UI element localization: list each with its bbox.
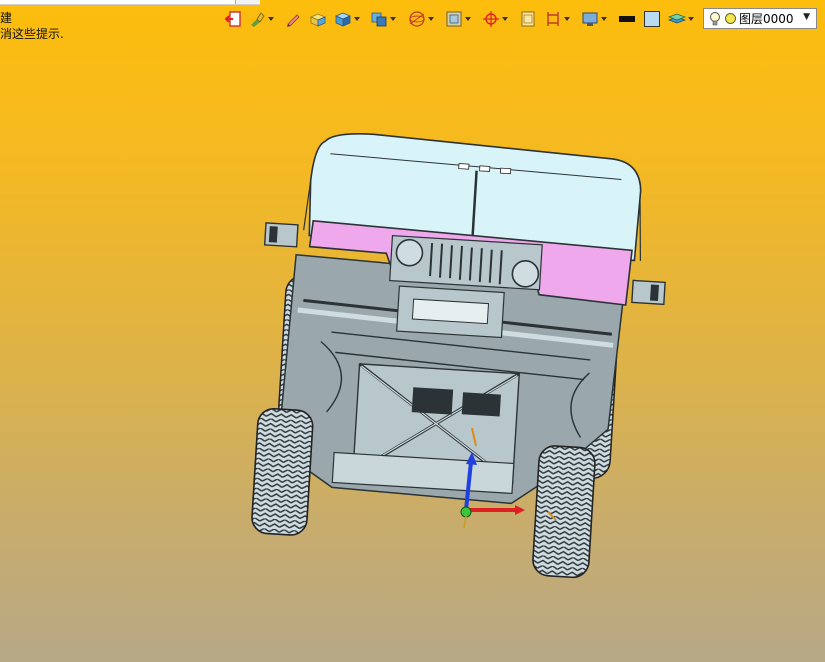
front-right-wheel	[532, 445, 596, 579]
front-left-wheel	[251, 407, 314, 536]
vehicle-model[interactable]	[246, 128, 674, 582]
3d-viewport[interactable]	[0, 0, 825, 662]
right-mirror	[631, 279, 666, 306]
left-mirror	[263, 222, 299, 248]
